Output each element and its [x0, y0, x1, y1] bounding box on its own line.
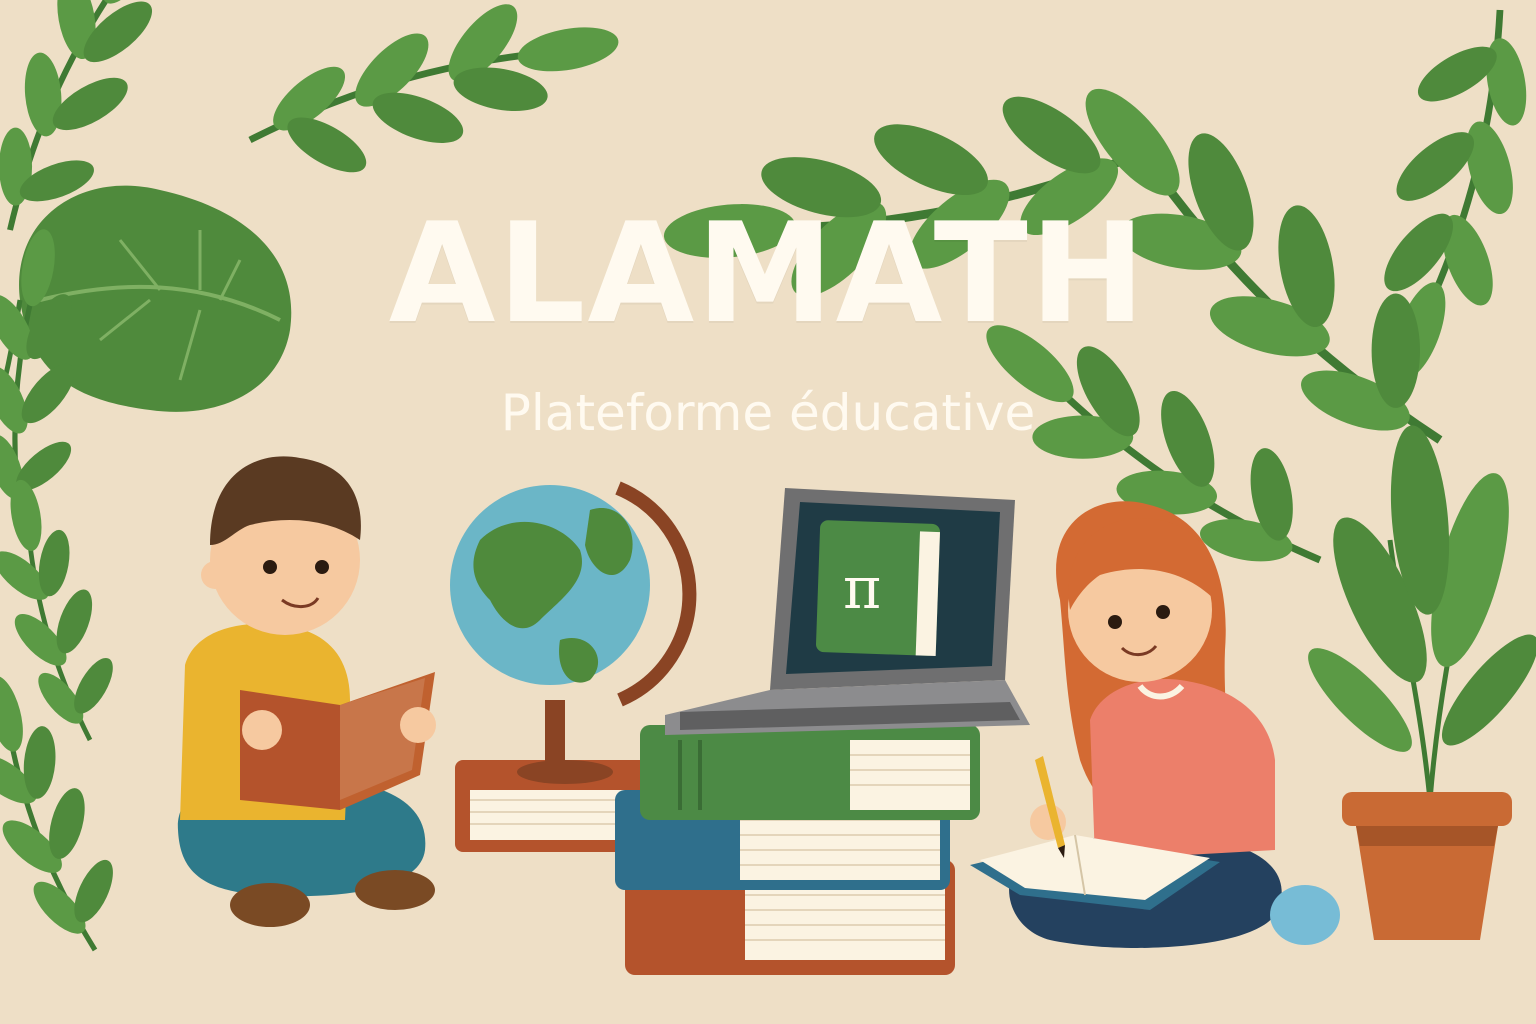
boy-reading — [177, 456, 436, 927]
potted-plant-icon — [1308, 425, 1536, 940]
brand-title: ALAMATH — [388, 193, 1148, 354]
brand-subtitle: Plateforme éducative — [500, 384, 1036, 442]
illustration-scene: π — [0, 0, 1536, 975]
book-stack-icon — [615, 725, 980, 975]
pi-symbol: π — [843, 554, 881, 622]
laptop-icon: π — [665, 488, 1030, 735]
